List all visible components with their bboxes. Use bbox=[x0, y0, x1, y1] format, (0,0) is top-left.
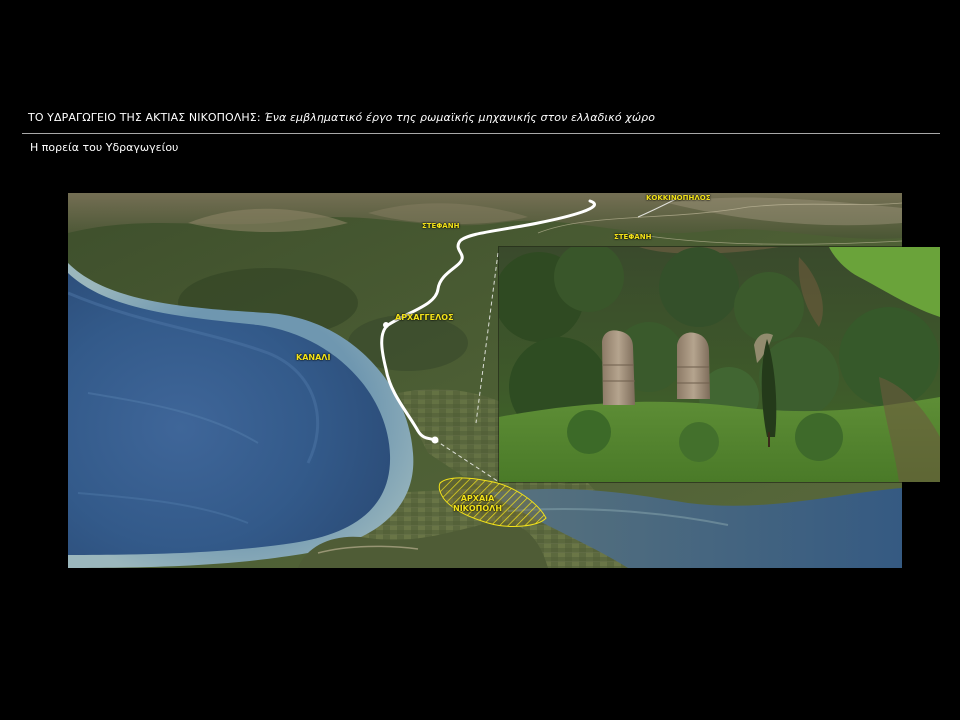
slide-subtitle: Η πορεία του Υδραγωγείου bbox=[30, 141, 179, 154]
map-label-kanali: ΚΑΝΑΛΙ bbox=[296, 353, 331, 362]
aqueduct-pier-right bbox=[677, 332, 710, 399]
map-label-nikopoli-line2: ΝΙΚΟΠΟΛΗ bbox=[453, 504, 503, 513]
aqueduct-pier-left bbox=[602, 330, 635, 405]
slide-title-sub: Ένα εμβληματικό έργο της ρωμαϊκής μηχανι… bbox=[264, 111, 656, 124]
map-label-stefani-right: ΣΤΕΦΑΝΗ bbox=[614, 233, 652, 241]
photo-canvas bbox=[499, 247, 940, 482]
map-label-kokkinopilos: ΚΟΚΚΙΝΟΠΗΛΟΣ bbox=[646, 194, 711, 202]
route-point-archangelos bbox=[383, 322, 389, 328]
map-label-nikopoli-line1: ΑΡΧΑΙΑ bbox=[460, 494, 495, 503]
map-label-archangelos: ΑΡΧΑΓΓΕΛΟΣ bbox=[395, 313, 454, 322]
map-label-stefani-top: ΣΤΕΦΑΝΗ bbox=[422, 222, 460, 230]
aqueduct-ruins-photo bbox=[499, 247, 940, 482]
map-label-ancient-nikopoli: ΑΡΧΑΙΑ ΝΙΚΟΠΟΛΗ bbox=[453, 494, 502, 514]
title-divider bbox=[22, 133, 940, 134]
slide-title: ΤΟ ΥΔΡΑΓΩΓΕΙΟ ΤΗΣ ΑΚΤΙΑΣ ΝΙΚΟΠΟΛΗΣ: Ένα … bbox=[28, 111, 655, 124]
slide-title-main: ΤΟ ΥΔΡΑΓΩΓΕΙΟ ΤΗΣ ΑΚΤΙΑΣ ΝΙΚΟΠΟΛΗΣ: bbox=[28, 111, 261, 124]
